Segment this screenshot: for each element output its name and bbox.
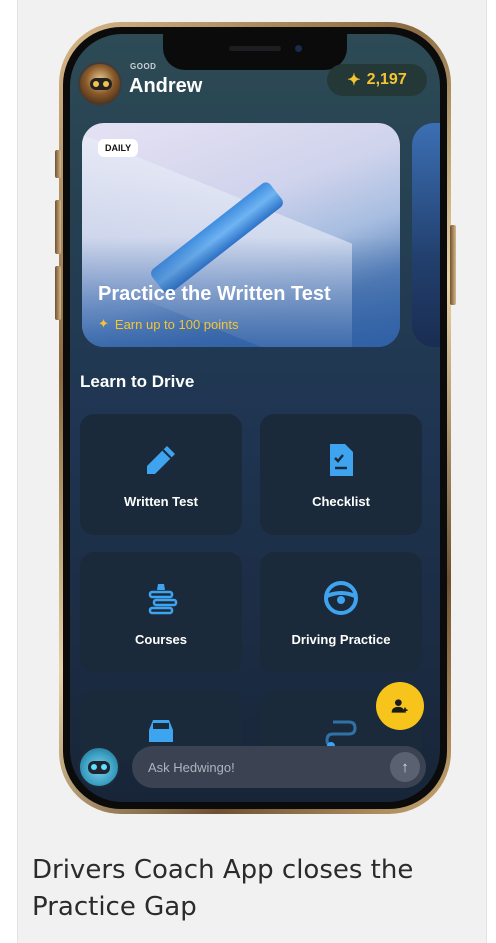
phone-notch xyxy=(163,34,347,70)
arrow-up-icon: ↑ xyxy=(401,758,409,776)
tile-label: Courses xyxy=(134,632,188,647)
caption: Drivers Coach App closes the Practice Ga… xyxy=(32,855,414,922)
add-friend-button[interactable] xyxy=(376,682,424,730)
phone-mute-button xyxy=(55,150,61,178)
phone-power-button xyxy=(450,225,456,305)
avatar[interactable] xyxy=(78,62,122,106)
ask-bar: ↑ xyxy=(132,746,426,788)
username: Andrew xyxy=(129,75,203,97)
tile-checklist[interactable]: Checklist xyxy=(260,414,422,535)
daily-card-reward: Earn up to 100 points xyxy=(114,316,239,332)
phone-volume-down-button xyxy=(55,266,61,320)
sparkle-icon: ✦ xyxy=(347,72,361,89)
daily-card-subtitle: ✦ Earn up to 100 points xyxy=(98,316,239,332)
next-card-peek[interactable] xyxy=(412,123,440,347)
speaker-grille xyxy=(229,46,281,51)
tile-driving-practice[interactable]: Driving Practice xyxy=(260,552,422,673)
front-camera xyxy=(295,45,302,52)
courses-icon xyxy=(148,584,178,615)
tile-label: Driving Practice xyxy=(291,632,391,647)
add-user-icon xyxy=(391,699,408,713)
sparkle-icon: ✦ xyxy=(98,316,109,331)
tile-written-test[interactable]: Written Test xyxy=(80,414,242,535)
daily-card[interactable]: DAILY Practice the Written Test ✦ Earn u… xyxy=(82,123,400,347)
points-badge[interactable]: ✦ 2,197 xyxy=(327,64,427,96)
ask-input[interactable] xyxy=(148,759,378,775)
tile-label: Written Test xyxy=(124,494,198,509)
robot-icon xyxy=(88,761,110,774)
send-button[interactable]: ↑ xyxy=(390,752,420,782)
assistant-avatar[interactable] xyxy=(78,746,120,788)
pencil-icon xyxy=(147,446,175,474)
daily-badge: DAILY xyxy=(98,139,139,157)
tile-courses[interactable]: Courses xyxy=(80,552,242,673)
phone-volume-up-button xyxy=(55,200,61,254)
daily-card-title: Practice the Written Test xyxy=(98,283,331,305)
section-title: Learn to Drive xyxy=(80,372,195,391)
checklist-icon xyxy=(330,444,353,476)
tile-label: Checklist xyxy=(312,494,370,509)
greeting-label: GOOD xyxy=(130,62,157,71)
avatar-face-icon xyxy=(90,78,112,90)
app-screen: GOOD Andrew ✦ 2,197 DAILY Practice the W… xyxy=(70,34,440,802)
steering-wheel-icon xyxy=(324,581,358,615)
points-value: 2,197 xyxy=(366,71,407,88)
